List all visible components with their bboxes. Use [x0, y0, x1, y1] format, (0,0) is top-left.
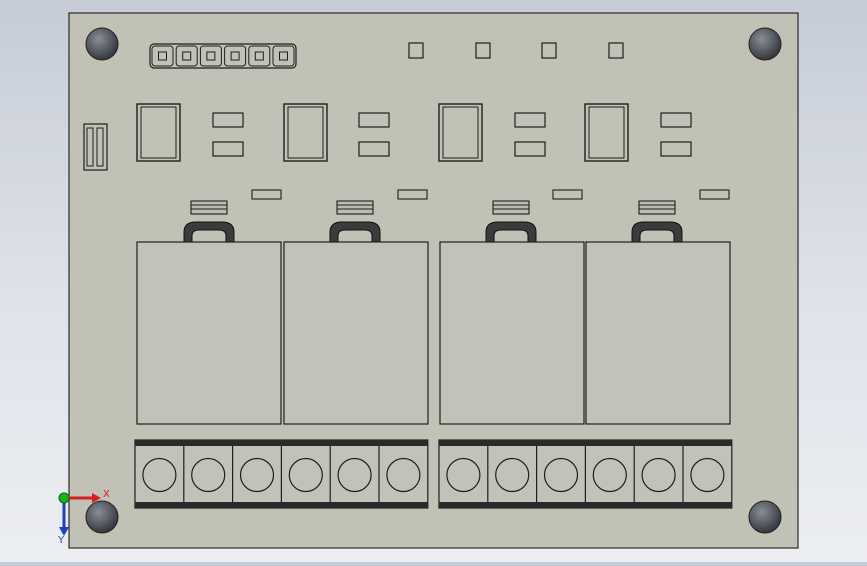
y-axis-label: Y [57, 535, 65, 546]
terminal-block-top-rail [439, 440, 732, 446]
terminal-block-bottom-rail [135, 502, 428, 508]
transistor-package [638, 200, 676, 215]
relay-body[interactable] [136, 241, 282, 425]
mounting-hole-top-left [85, 27, 119, 61]
relay-body[interactable] [283, 241, 429, 425]
mounting-hole-bottom-right [748, 500, 782, 534]
terminal-block [134, 439, 429, 509]
triad-origin [58, 492, 70, 504]
relay-body[interactable] [439, 241, 585, 425]
cad-viewport[interactable]: X Y [0, 0, 867, 562]
mounting-hole-top-right [748, 27, 782, 61]
terminal-block-top-rail [135, 440, 428, 446]
terminal-block [438, 439, 733, 509]
x-axis-label: X [103, 489, 110, 500]
transistor-package [190, 200, 228, 215]
terminal-block-bottom-rail [439, 502, 732, 508]
transistor-package [492, 200, 530, 215]
mounting-hole-bottom-left [85, 500, 119, 534]
relay-body[interactable] [585, 241, 731, 425]
transistor-package [336, 200, 374, 215]
